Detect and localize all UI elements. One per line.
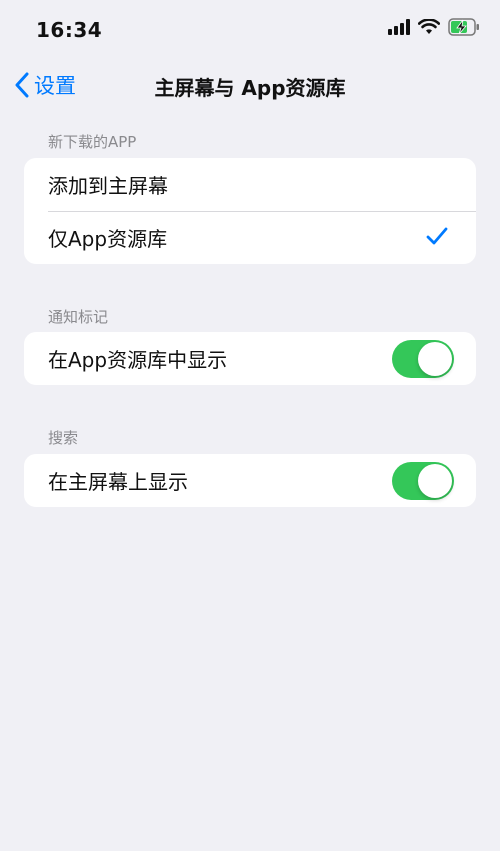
navigation-bar: 设置 主屏幕与 App资源库 [0, 60, 500, 110]
show-in-app-library-toggle[interactable] [392, 340, 454, 378]
status-bar: 16:34 [0, 0, 500, 60]
toggle-knob [418, 464, 452, 498]
battery-charging-icon [448, 18, 480, 40]
section-header-search: 搜索 [48, 429, 79, 447]
show-on-home-screen-row: 在主屏幕上显示 [24, 454, 476, 507]
toggle-knob [418, 342, 452, 376]
row-label: 在主屏幕上显示 [48, 470, 188, 494]
option-label: 仅App资源库 [48, 227, 168, 251]
option-app-library-only[interactable]: 仅App资源库 [24, 211, 476, 264]
page-title: 主屏幕与 App资源库 [154, 76, 346, 100]
option-add-to-home-screen[interactable]: 添加到主屏幕 [24, 158, 476, 211]
checkmark-icon [426, 226, 448, 251]
show-on-home-screen-toggle[interactable] [392, 462, 454, 500]
new-downloads-group: 添加到主屏幕 仅App资源库 [24, 158, 476, 264]
wifi-icon [417, 18, 441, 39]
notification-badges-group: 在App资源库中显示 [24, 332, 476, 385]
option-label: 添加到主屏幕 [48, 174, 168, 198]
section-header-notification-badges: 通知标记 [48, 308, 109, 326]
row-label: 在App资源库中显示 [48, 348, 228, 372]
status-icons [388, 18, 480, 40]
status-time: 16:34 [36, 18, 103, 42]
cellular-signal-icon [388, 19, 410, 39]
section-header-new-downloads: 新下载的APP [48, 133, 137, 151]
search-group: 在主屏幕上显示 [24, 454, 476, 507]
show-in-app-library-row: 在App资源库中显示 [24, 332, 476, 385]
